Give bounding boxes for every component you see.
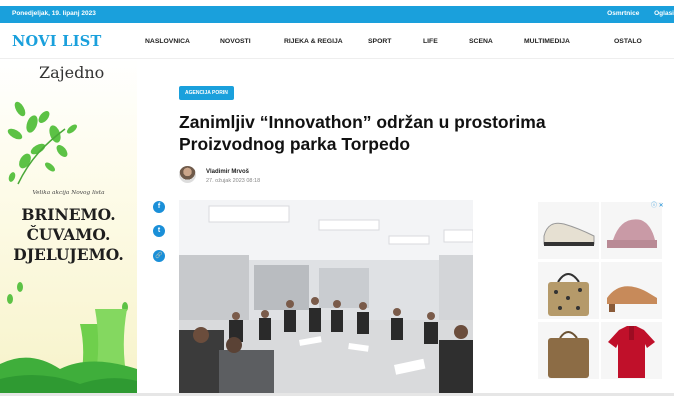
ad-line-cuvamo: ČUVAMO. <box>26 225 111 244</box>
menu-item-life[interactable]: LIFE <box>423 38 438 45</box>
top-bar: Ponedjeljak, 19. lipanj 2023 Osmrtnice O… <box>0 6 674 23</box>
ad-product-sneaker[interactable] <box>538 202 599 259</box>
adchoices-icon[interactable]: ⓘ ✕ <box>651 200 664 209</box>
ad-line-djelujemo: DJELUJEMO. <box>13 245 124 264</box>
menu-item-rijeka-regija[interactable]: RIJEKA & REGIJA <box>284 38 343 45</box>
menu-item-naslovnica[interactable]: NASLOVNICA <box>145 38 190 45</box>
site-logo[interactable]: NOVI LIST <box>12 33 102 50</box>
menu-item-novosti[interactable]: NOVOSTI <box>220 38 251 45</box>
ad-title: Zajedno <box>39 63 105 82</box>
ad-product-polo-shirt[interactable] <box>601 322 662 379</box>
current-date: Ponedjeljak, 19. lipanj 2023 <box>12 10 96 17</box>
ad-product-sandal[interactable] <box>601 202 662 259</box>
twitter-share-button[interactable]: t <box>153 225 165 237</box>
obituaries-link[interactable]: Osmrtnice <box>607 10 639 17</box>
classifieds-link[interactable]: Oglasi <box>654 10 674 17</box>
right-product-ad[interactable] <box>537 200 664 396</box>
copy-link-button[interactable]: 🔗 <box>153 250 165 262</box>
ad-product-tote-bag[interactable] <box>538 322 599 379</box>
author-avatar[interactable] <box>179 166 196 183</box>
menu-item-multimedija[interactable]: MULTIMEDIJA <box>524 38 570 45</box>
menu-item-scena[interactable]: SCENA <box>469 38 493 45</box>
meeting-room-illustration <box>179 200 473 396</box>
article-photo[interactable] <box>179 200 473 396</box>
author-name[interactable]: Vladimir Mrvoš <box>206 169 249 175</box>
article-date: 27. ožujak 2023 08:18 <box>206 178 261 184</box>
facebook-share-button[interactable]: f <box>153 201 165 213</box>
top-links: Osmrtnice Oglasi <box>594 10 674 17</box>
menu-item-sport[interactable]: SPORT <box>368 38 391 45</box>
menu-item-ostalo[interactable]: OSTALO <box>614 38 642 45</box>
ad-line-brinemo: BRINEMO. <box>21 205 116 224</box>
category-badge[interactable]: AGENCIJA PORIN <box>179 86 234 100</box>
ad-product-snake-bag[interactable] <box>538 262 599 319</box>
main-navigation: NOVI LIST NASLOVNICA NOVOSTI RIJEKA & RE… <box>0 23 674 59</box>
left-banner-ad[interactable]: Zajedno Velika akcija Novog lista BRINEM… <box>0 59 137 396</box>
ad-subtitle: Velika akcija Novog lista <box>32 190 105 196</box>
leaves-illustration <box>7 101 77 185</box>
cooling-towers-illustration <box>0 282 137 396</box>
article-title: Zanimljiv “Innovathon” održan u prostori… <box>179 112 546 154</box>
ad-product-mule[interactable] <box>601 262 662 319</box>
